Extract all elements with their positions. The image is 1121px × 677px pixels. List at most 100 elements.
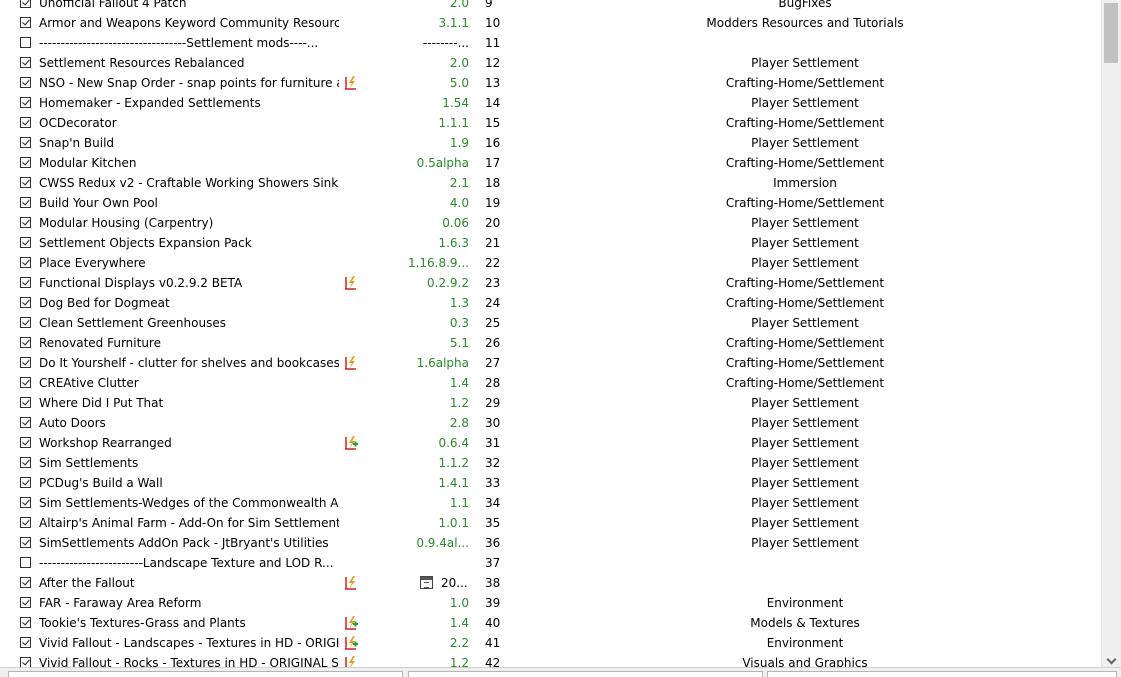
mod-enabled-checkbox[interactable]: [20, 617, 31, 628]
mod-row[interactable]: Vivid Fallout - Rocks - Textures in HD -…: [0, 653, 1101, 667]
mod-row[interactable]: Snap'n Build 1.9 16 Player Settlement: [0, 133, 1101, 153]
mod-name: Where Did I Put That: [39, 396, 164, 410]
mod-version: 2.2: [449, 636, 469, 650]
mod-row[interactable]: Functional Displays v0.2.9.2 BETA 0.2.9.2…: [0, 273, 1101, 293]
mod-row[interactable]: Clean Settlement Greenhouses 0.3 25 Player …: [0, 313, 1101, 333]
mod-row[interactable]: CREAtive Clutter 1.4 28 Crafting-Home/Settl…: [0, 373, 1101, 393]
mod-enabled-checkbox[interactable]: [20, 497, 31, 508]
mod-row[interactable]: ------------------------Landscape Textur…: [0, 553, 1101, 573]
mod-category: Crafting-Home/Settlement: [725, 116, 885, 130]
mod-enabled-checkbox[interactable]: [20, 97, 31, 108]
scroll-down-arrow-icon[interactable]: [1102, 653, 1121, 667]
mod-row[interactable]: Settlement Objects Expansion Pack 1.6.3 21…: [0, 233, 1101, 253]
mod-priority: 26: [485, 336, 501, 350]
mod-enabled-checkbox[interactable]: [20, 357, 31, 368]
mod-row[interactable]: Build Your Own Pool 4.0 19 Crafting-Home/Se…: [0, 193, 1101, 213]
name-filter-input[interactable]: [767, 671, 1117, 677]
mod-row[interactable]: Modular Housing (Carpentry) 0.06 20 Player …: [0, 213, 1101, 233]
mod-enabled-checkbox[interactable]: [20, 417, 31, 428]
mod-row[interactable]: Vivid Fallout - Landscapes - Textures in…: [0, 633, 1101, 653]
mod-row[interactable]: Sim Settlements-Wedges of the Commonweal…: [0, 493, 1101, 513]
mod-category: Player Settlement: [751, 456, 859, 470]
mod-enabled-checkbox[interactable]: [20, 277, 31, 288]
mod-enabled-checkbox[interactable]: [20, 77, 31, 88]
mod-enabled-checkbox[interactable]: [20, 317, 31, 328]
mod-enabled-checkbox[interactable]: [20, 657, 31, 667]
mod-row[interactable]: Do It Yourshelf - clutter for shelves an…: [0, 353, 1101, 373]
mod-list[interactable]: Unofficial Fallout 4 Patch 2.0 9 BugFixes Ar…: [0, 0, 1101, 667]
mod-enabled-checkbox[interactable]: [20, 237, 31, 248]
mod-enabled-checkbox[interactable]: [20, 397, 31, 408]
mod-priority: 9: [485, 0, 493, 10]
mod-enabled-checkbox[interactable]: [20, 537, 31, 548]
scrollbar-thumb[interactable]: [1104, 3, 1118, 63]
mod-version: 1.0.1: [438, 516, 469, 530]
mod-enabled-checkbox[interactable]: [20, 0, 31, 8]
mod-enabled-checkbox[interactable]: [20, 477, 31, 488]
update-plus-flag-icon: [343, 615, 359, 631]
mod-name: Homemaker - Expanded Settlements: [39, 96, 261, 110]
mod-row[interactable]: Where Did I Put That 1.2 29 Player Settleme…: [0, 393, 1101, 413]
mod-enabled-checkbox[interactable]: [20, 557, 31, 568]
mod-name: Sim Settlements-Wedges of the Commonweal…: [39, 496, 339, 510]
mod-category: Player Settlement: [751, 216, 859, 230]
mod-row[interactable]: Workshop Rearranged 0.6.4 31 Player Settlem…: [0, 433, 1101, 453]
mod-enabled-checkbox[interactable]: [20, 157, 31, 168]
mod-row[interactable]: Renovated Furniture 5.1 26 Crafting-Home/Se…: [0, 333, 1101, 353]
mod-row[interactable]: Place Everywhere 1.16.8.9... 22 Player Sett…: [0, 253, 1101, 273]
mod-category: Immersion: [773, 176, 837, 190]
mod-name: Snap'n Build: [39, 136, 115, 150]
mod-enabled-checkbox[interactable]: [20, 337, 31, 348]
mod-category: Player Settlement: [751, 496, 859, 510]
mod-enabled-checkbox[interactable]: [20, 57, 31, 68]
mod-row[interactable]: CWSS Redux v2 - Craftable Working Shower…: [0, 173, 1101, 193]
mod-enabled-checkbox[interactable]: [20, 177, 31, 188]
mod-enabled-checkbox[interactable]: [20, 597, 31, 608]
mod-category: Player Settlement: [751, 436, 859, 450]
mod-priority: 10: [485, 16, 501, 30]
mod-row[interactable]: SimSettlements AddOn Pack - JtBryant's U…: [0, 533, 1101, 553]
mod-row[interactable]: Modular Kitchen 0.5alpha 17 Crafting-Home/S…: [0, 153, 1101, 173]
mod-priority: 17: [485, 156, 501, 170]
mod-enabled-checkbox[interactable]: [20, 517, 31, 528]
mod-row[interactable]: ----------------------------------Settle…: [0, 33, 1101, 53]
mod-row[interactable]: Auto Doors 2.8 30 Player Settlement: [0, 413, 1101, 433]
mod-category: Player Settlement: [751, 236, 859, 250]
mod-row[interactable]: Homemaker - Expanded Settlements 1.54 14 Pl…: [0, 93, 1101, 113]
mod-enabled-checkbox[interactable]: [20, 637, 31, 648]
mod-name: FAR - Faraway Area Reform: [39, 596, 202, 610]
mod-row[interactable]: Tookie's Textures-Grass and Plants 1.4 40 M…: [0, 613, 1101, 633]
mod-version: 1.4: [449, 616, 469, 630]
mod-row[interactable]: NSO - New Snap Order - snap points for f…: [0, 73, 1101, 93]
mod-category: Crafting-Home/Settlement: [725, 296, 885, 310]
mod-row[interactable]: PCDug's Build a Wall 1.4.1 33 Player Settle…: [0, 473, 1101, 493]
mod-priority: 20: [485, 216, 501, 230]
mod-enabled-checkbox[interactable]: [20, 137, 31, 148]
mod-enabled-checkbox[interactable]: [20, 457, 31, 468]
mod-enabled-checkbox[interactable]: [20, 577, 31, 588]
mod-enabled-checkbox[interactable]: [20, 437, 31, 448]
mod-row[interactable]: FAR - Faraway Area Reform 1.0 39 Environmen…: [0, 593, 1101, 613]
mod-enabled-checkbox[interactable]: [20, 37, 31, 48]
mod-row[interactable]: Settlement Resources Rebalanced 2.0 12 Play…: [0, 53, 1101, 73]
mod-row[interactable]: Altairp's Animal Farm - Add-On for Sim S…: [0, 513, 1101, 533]
mod-enabled-checkbox[interactable]: [20, 117, 31, 128]
mod-enabled-checkbox[interactable]: [20, 17, 31, 28]
mod-enabled-checkbox[interactable]: [20, 297, 31, 308]
mod-enabled-checkbox[interactable]: [20, 257, 31, 268]
mod-row[interactable]: After the Fallout 20... 38: [0, 573, 1101, 593]
mod-category: BugFixes: [778, 0, 832, 10]
mod-name: ------------------------Landscape Textur…: [39, 556, 334, 570]
mod-row[interactable]: OCDecorator 1.1.1 15 Crafting-Home/Settleme…: [0, 113, 1101, 133]
filter-dropdown[interactable]: [8, 671, 403, 677]
mod-enabled-checkbox[interactable]: [20, 377, 31, 388]
mod-row[interactable]: Sim Settlements 1.1.2 32 Player Settlement: [0, 453, 1101, 473]
mod-enabled-checkbox[interactable]: [20, 217, 31, 228]
mod-row[interactable]: Unofficial Fallout 4 Patch 2.0 9 BugFixes: [0, 0, 1101, 13]
mod-enabled-checkbox[interactable]: [20, 197, 31, 208]
mod-row[interactable]: Dog Bed for Dogmeat 1.3 24 Crafting-Home/Se…: [0, 293, 1101, 313]
mod-name: Workshop Rearranged: [39, 436, 172, 450]
group-dropdown[interactable]: [408, 671, 763, 677]
vertical-scrollbar[interactable]: [1101, 0, 1121, 667]
mod-row[interactable]: Armor and Weapons Keyword Community Reso…: [0, 13, 1101, 33]
